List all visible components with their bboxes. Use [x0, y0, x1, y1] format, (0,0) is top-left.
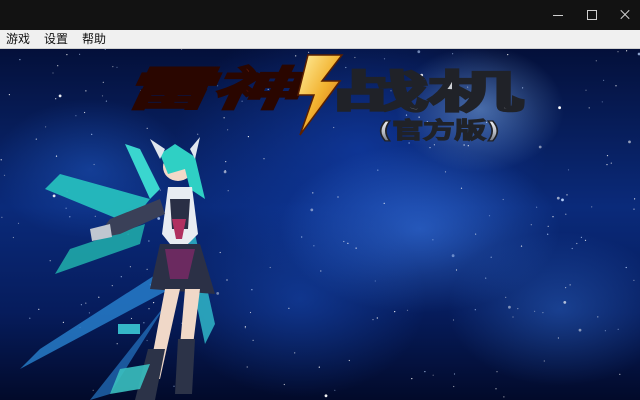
maximize-icon: [586, 10, 597, 20]
minimize-icon: [552, 14, 563, 16]
close-icon: [619, 9, 631, 21]
menu-settings[interactable]: 设置: [37, 30, 75, 48]
maximize-button[interactable]: [575, 0, 608, 30]
close-button[interactable]: [608, 0, 640, 30]
menu-help[interactable]: 帮助: [75, 30, 113, 48]
game-canvas[interactable]: 雷神 战机 (官方版): [0, 49, 640, 400]
minimize-button[interactable]: [541, 0, 574, 30]
game-logo: 雷神 战机 (官方版): [122, 54, 524, 145]
logo-title-part1: 雷神: [123, 62, 309, 116]
logo-edition-label: (官方版): [378, 118, 500, 144]
menu-bar: 游戏 设置 帮助: [0, 30, 640, 49]
logo-title-part2: 战机: [333, 67, 523, 118]
title-bar: [0, 0, 640, 30]
menu-game[interactable]: 游戏: [0, 30, 37, 48]
